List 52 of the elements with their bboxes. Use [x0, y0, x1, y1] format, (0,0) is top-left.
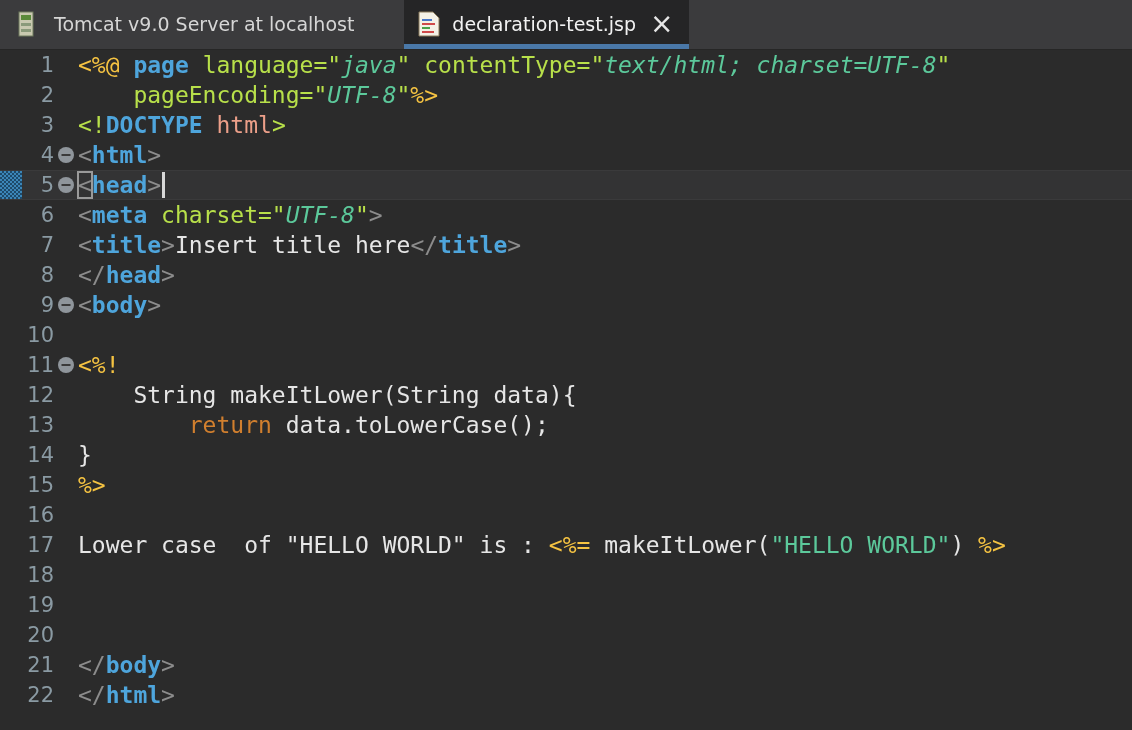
- tab-label: declaration-test.jsp: [452, 13, 636, 35]
- code-line: <body>: [78, 292, 162, 318]
- text-cursor: [162, 172, 166, 198]
- file-icon: [418, 11, 441, 37]
- code-line: <meta charset="UTF-8">: [78, 202, 383, 228]
- code-line: <%!: [78, 352, 120, 378]
- code-line: Lower case of "HELLO WORLD" is : <%= makeItLower("HELLO WORLD") %>: [78, 532, 1006, 558]
- code-line: <title>Insert title here</title>: [78, 232, 522, 258]
- line-number: 15: [26, 473, 54, 497]
- line-number: 21: [26, 653, 54, 677]
- line-number: 18: [26, 563, 54, 587]
- line-number: 6: [39, 203, 54, 227]
- code-line: return data.toLowerCase();: [187, 412, 549, 438]
- line-number: 14: [26, 443, 54, 467]
- line-number: 19: [26, 593, 54, 617]
- line-number: 1: [39, 53, 54, 77]
- line-number: 5: [39, 173, 54, 197]
- collapse-icon[interactable]: [58, 297, 74, 313]
- code-line: <%@ page language="java" contentType="text/html; charset=UTF-8": [78, 52, 951, 78]
- code-line: pageEncoding="UTF-8"%>: [132, 82, 439, 108]
- code-line: <head>: [78, 172, 166, 198]
- code-line: %>: [78, 472, 106, 498]
- server-icon: [18, 11, 34, 37]
- tab-label: Tomcat v9.0 Server at localhost: [54, 13, 355, 35]
- line-number: 11: [26, 353, 54, 377]
- close-button[interactable]: ×: [647, 10, 676, 38]
- line-number: 22: [26, 683, 54, 707]
- collapse-icon[interactable]: [58, 147, 74, 163]
- line-number: 9: [39, 293, 54, 317]
- overview-marker: [0, 171, 22, 199]
- line-number: 16: [26, 503, 54, 527]
- code-line: }: [78, 442, 92, 468]
- line-number: 2: [39, 83, 54, 107]
- editor-tab[interactable]: Tomcat v9.0 Server at localhost: [0, 0, 405, 49]
- line-number: 17: [26, 533, 54, 557]
- line-number: 13: [26, 413, 54, 437]
- line-number: 20: [26, 623, 54, 647]
- line-number: 10: [26, 323, 54, 347]
- code-line: <!DOCTYPE html>: [78, 112, 286, 138]
- line-number: 3: [39, 113, 54, 137]
- collapse-icon[interactable]: [58, 357, 74, 373]
- code-line: String makeItLower(String data){: [132, 382, 577, 408]
- line-number: 4: [39, 143, 54, 167]
- code-line: <html>: [78, 142, 162, 168]
- line-number: 7: [39, 233, 54, 257]
- code-line: </html>: [78, 682, 175, 708]
- collapse-icon[interactable]: [58, 177, 74, 193]
- line-number: 8: [39, 263, 54, 287]
- code-line: </head>: [78, 262, 175, 288]
- code-line: </body>: [78, 652, 175, 678]
- editor-tab[interactable]: declaration-test.jsp ×: [404, 0, 690, 49]
- line-number: 12: [26, 383, 54, 407]
